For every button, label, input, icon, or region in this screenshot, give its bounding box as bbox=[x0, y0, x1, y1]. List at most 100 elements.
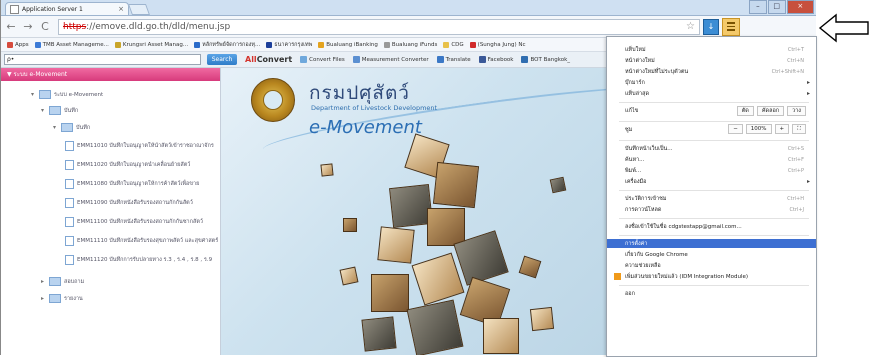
menu-item[interactable]: เครื่องมือ ▸ bbox=[607, 177, 816, 186]
toolbar-link[interactable]: Translate bbox=[436, 56, 471, 63]
menu-item-label: ความช่วยเหลือ bbox=[625, 262, 661, 269]
bookmark-label: Bualuang iFunds bbox=[391, 41, 438, 48]
minimize-button[interactable]: – bbox=[749, 0, 767, 14]
menu-item-label: บันทึกหน้าเว็บเป็น... bbox=[625, 145, 673, 152]
tree-document-label: EMM11010 บันทึกใบอนุญาตให้นำสัตว์เข้าราช… bbox=[77, 143, 214, 149]
menu-separator bbox=[619, 235, 809, 236]
bookmark-item[interactable]: ธนาคารกรุงเทพ bbox=[266, 41, 312, 49]
tree-folder[interactable]: ▸ สอบถาม bbox=[41, 277, 84, 286]
zoom-out-button[interactable]: − bbox=[728, 124, 743, 134]
pointer-arrow-icon bbox=[818, 13, 869, 43]
photo-cube bbox=[483, 318, 519, 354]
tree-document[interactable]: EMM11100 บันทึกหนังสือรับรองสถานกักกันซา… bbox=[65, 217, 203, 227]
tree-document-label: EMM11110 บันทึกหนังสือรับรองสุขภาพสัตว์ … bbox=[77, 238, 219, 244]
bookmark-star-icon[interactable]: ☆ bbox=[686, 21, 695, 32]
copy-button[interactable]: คัดลอก bbox=[756, 105, 785, 116]
cut-button[interactable]: ตัด bbox=[736, 105, 754, 116]
tab-close-button[interactable]: × bbox=[118, 5, 124, 13]
forward-button[interactable]: → bbox=[21, 20, 35, 33]
menu-item-label: ค้นหา... bbox=[625, 156, 645, 163]
photo-cube bbox=[320, 163, 334, 177]
photo-cube bbox=[411, 252, 465, 306]
menu-item[interactable]: ประวัติการเข้าชม Ctrl+H bbox=[607, 194, 816, 203]
reload-button[interactable]: C bbox=[38, 20, 52, 33]
title-bar: Application Server 1 × – □ × bbox=[1, 0, 816, 16]
paste-button[interactable]: วาง bbox=[787, 105, 806, 116]
menu-item[interactable]: ลงชื่อเข้าใช้ในชื่อ cdgstestapp@gmail.co… bbox=[607, 222, 816, 231]
tree-root[interactable]: ▾ ระบบ e-Movement bbox=[31, 90, 103, 99]
tree-document[interactable]: EMM11080 บันทึกใบอนุญาตให้การค้าสัตว์เพื… bbox=[65, 179, 199, 189]
bookmark-item[interactable]: (Sungha Jung) Nc bbox=[469, 41, 526, 48]
extension-icon[interactable]: ↓ bbox=[703, 18, 719, 35]
bookmark-label: (Sungha Jung) Nc bbox=[477, 41, 526, 48]
bookmark-favicon-icon bbox=[443, 41, 450, 48]
menu-item[interactable]: หน้าต่างใหม่ที่ไม่ระบุตัวตน Ctrl+Shift+N bbox=[607, 67, 816, 76]
toolbar-link[interactable]: Facebook bbox=[478, 56, 514, 63]
address-bar[interactable]: https ://emove.dld.go.th/dld/menu.jsp ☆ bbox=[58, 18, 700, 35]
toolbar-link-icon bbox=[478, 56, 486, 63]
menu-item-label: การตั้งค่า bbox=[625, 240, 648, 247]
menu-item[interactable]: บุ๊กมาร์ก ▸ bbox=[607, 78, 816, 87]
close-window-button[interactable]: × bbox=[786, 0, 814, 14]
menu-item[interactable]: ออก bbox=[607, 289, 816, 298]
menu-item-label: บุ๊กมาร์ก bbox=[625, 79, 645, 86]
menu-item-shortcut: Ctrl+Shift+N bbox=[771, 68, 804, 75]
tree-document[interactable]: EMM11020 บันทึกใบอนุญาตนำเคลื่อนย้ายสัตว… bbox=[65, 160, 190, 170]
menu-item[interactable]: การตั้งค่า bbox=[607, 239, 816, 248]
tree-header[interactable]: ▼ ระบบ e-Movement bbox=[1, 68, 220, 81]
bookmark-item[interactable]: Bualuang iFunds bbox=[383, 41, 438, 48]
toolbar-link[interactable]: BOT Bangkok_ bbox=[521, 56, 570, 63]
bookmark-item[interactable]: หลักทรัพย์จัดการกองทุ... bbox=[194, 41, 260, 49]
bookmark-item[interactable]: Bualuang iBanking bbox=[318, 41, 378, 48]
tree-document[interactable]: EMM11010 บันทึกใบอนุญาตให้นำสัตว์เข้าราช… bbox=[65, 141, 214, 151]
menu-item-shortcut: ▸ bbox=[806, 178, 810, 185]
bookmark-item[interactable]: Apps bbox=[7, 41, 29, 48]
menu-item[interactable]: แท็บล่าสุด ▸ bbox=[607, 89, 816, 98]
document-icon bbox=[65, 217, 74, 227]
bookmark-favicon-icon bbox=[318, 41, 325, 48]
toolbar-search-button[interactable]: Search bbox=[207, 54, 237, 65]
bookmark-item[interactable]: TMB Asset Manageme... bbox=[34, 41, 109, 48]
tree-document[interactable]: EMM11120 บันทึกการรับปลายทาง ร.3 , ร.4 ,… bbox=[65, 255, 212, 265]
bookmark-favicon-icon bbox=[34, 41, 41, 48]
menu-item-label: พิมพ์... bbox=[625, 167, 642, 174]
menu-item[interactable]: พิมพ์... Ctrl+P bbox=[607, 166, 816, 175]
tree-document-label: EMM11100 บันทึกหนังสือรับรองสถานกักกันซา… bbox=[77, 219, 203, 225]
bookmark-item[interactable]: Krungsri Asset Manag... bbox=[114, 41, 188, 48]
menu-separator bbox=[619, 218, 809, 219]
document-icon bbox=[65, 255, 74, 265]
tree-document[interactable]: EMM11090 บันทึกหนังสือรับรองสถานกักกันสั… bbox=[65, 198, 193, 208]
toolbar-link[interactable]: Convert Files bbox=[300, 56, 345, 63]
extension-warning-icon bbox=[614, 273, 621, 280]
toolbar-search-input[interactable]: ρ• bbox=[4, 54, 201, 65]
menu-separator bbox=[619, 190, 809, 191]
tree-folder[interactable]: ▾ บันทึก bbox=[41, 106, 78, 115]
menu-item[interactable]: เกี่ยวกับ Google Chrome bbox=[607, 250, 816, 259]
menu-item[interactable]: เพิ่มส่วนขยายใหม่แล้ว (IDM Integration M… bbox=[607, 272, 816, 281]
browser-tab[interactable]: Application Server 1 × bbox=[5, 2, 129, 15]
tree-folder-label: สอบถาม bbox=[64, 278, 85, 285]
zoom-level: 100% bbox=[745, 124, 772, 134]
menu-item-shortcut: Ctrl+S bbox=[787, 145, 804, 152]
menu-item[interactable]: แท็บใหม่ Ctrl+T bbox=[607, 45, 816, 54]
new-tab-button[interactable] bbox=[127, 4, 151, 15]
tree-folder[interactable]: ▸ รายงาน bbox=[41, 294, 83, 303]
tree-document[interactable]: EMM11110 บันทึกหนังสือรับรองสุขภาพสัตว์ … bbox=[65, 236, 218, 246]
tab-title: Application Server 1 bbox=[22, 5, 83, 13]
window-controls: – □ × bbox=[748, 0, 814, 14]
maximize-button[interactable]: □ bbox=[767, 0, 786, 14]
toolbar-link[interactable]: Measurement Converter bbox=[352, 56, 429, 63]
back-button[interactable]: ← bbox=[4, 20, 18, 33]
menu-item[interactable]: การดาวน์โหลด Ctrl+J bbox=[607, 205, 816, 214]
bookmark-item[interactable]: CDG bbox=[443, 41, 464, 48]
toolbar-link-icon bbox=[300, 56, 308, 63]
fullscreen-button[interactable]: ⛶ bbox=[792, 124, 806, 134]
toolbar-link-label: Facebook bbox=[487, 56, 514, 63]
menu-item[interactable]: หน้าต่างใหม่ Ctrl+N bbox=[607, 56, 816, 65]
tree-folder[interactable]: ▾ บันทึก bbox=[53, 123, 90, 132]
zoom-in-button[interactable]: + bbox=[774, 124, 790, 134]
menu-item[interactable]: ความช่วยเหลือ bbox=[607, 261, 816, 270]
chrome-menu-button[interactable] bbox=[722, 17, 740, 36]
menu-item[interactable]: ค้นหา... Ctrl+F bbox=[607, 155, 816, 164]
menu-item[interactable]: บันทึกหน้าเว็บเป็น... Ctrl+S bbox=[607, 144, 816, 153]
